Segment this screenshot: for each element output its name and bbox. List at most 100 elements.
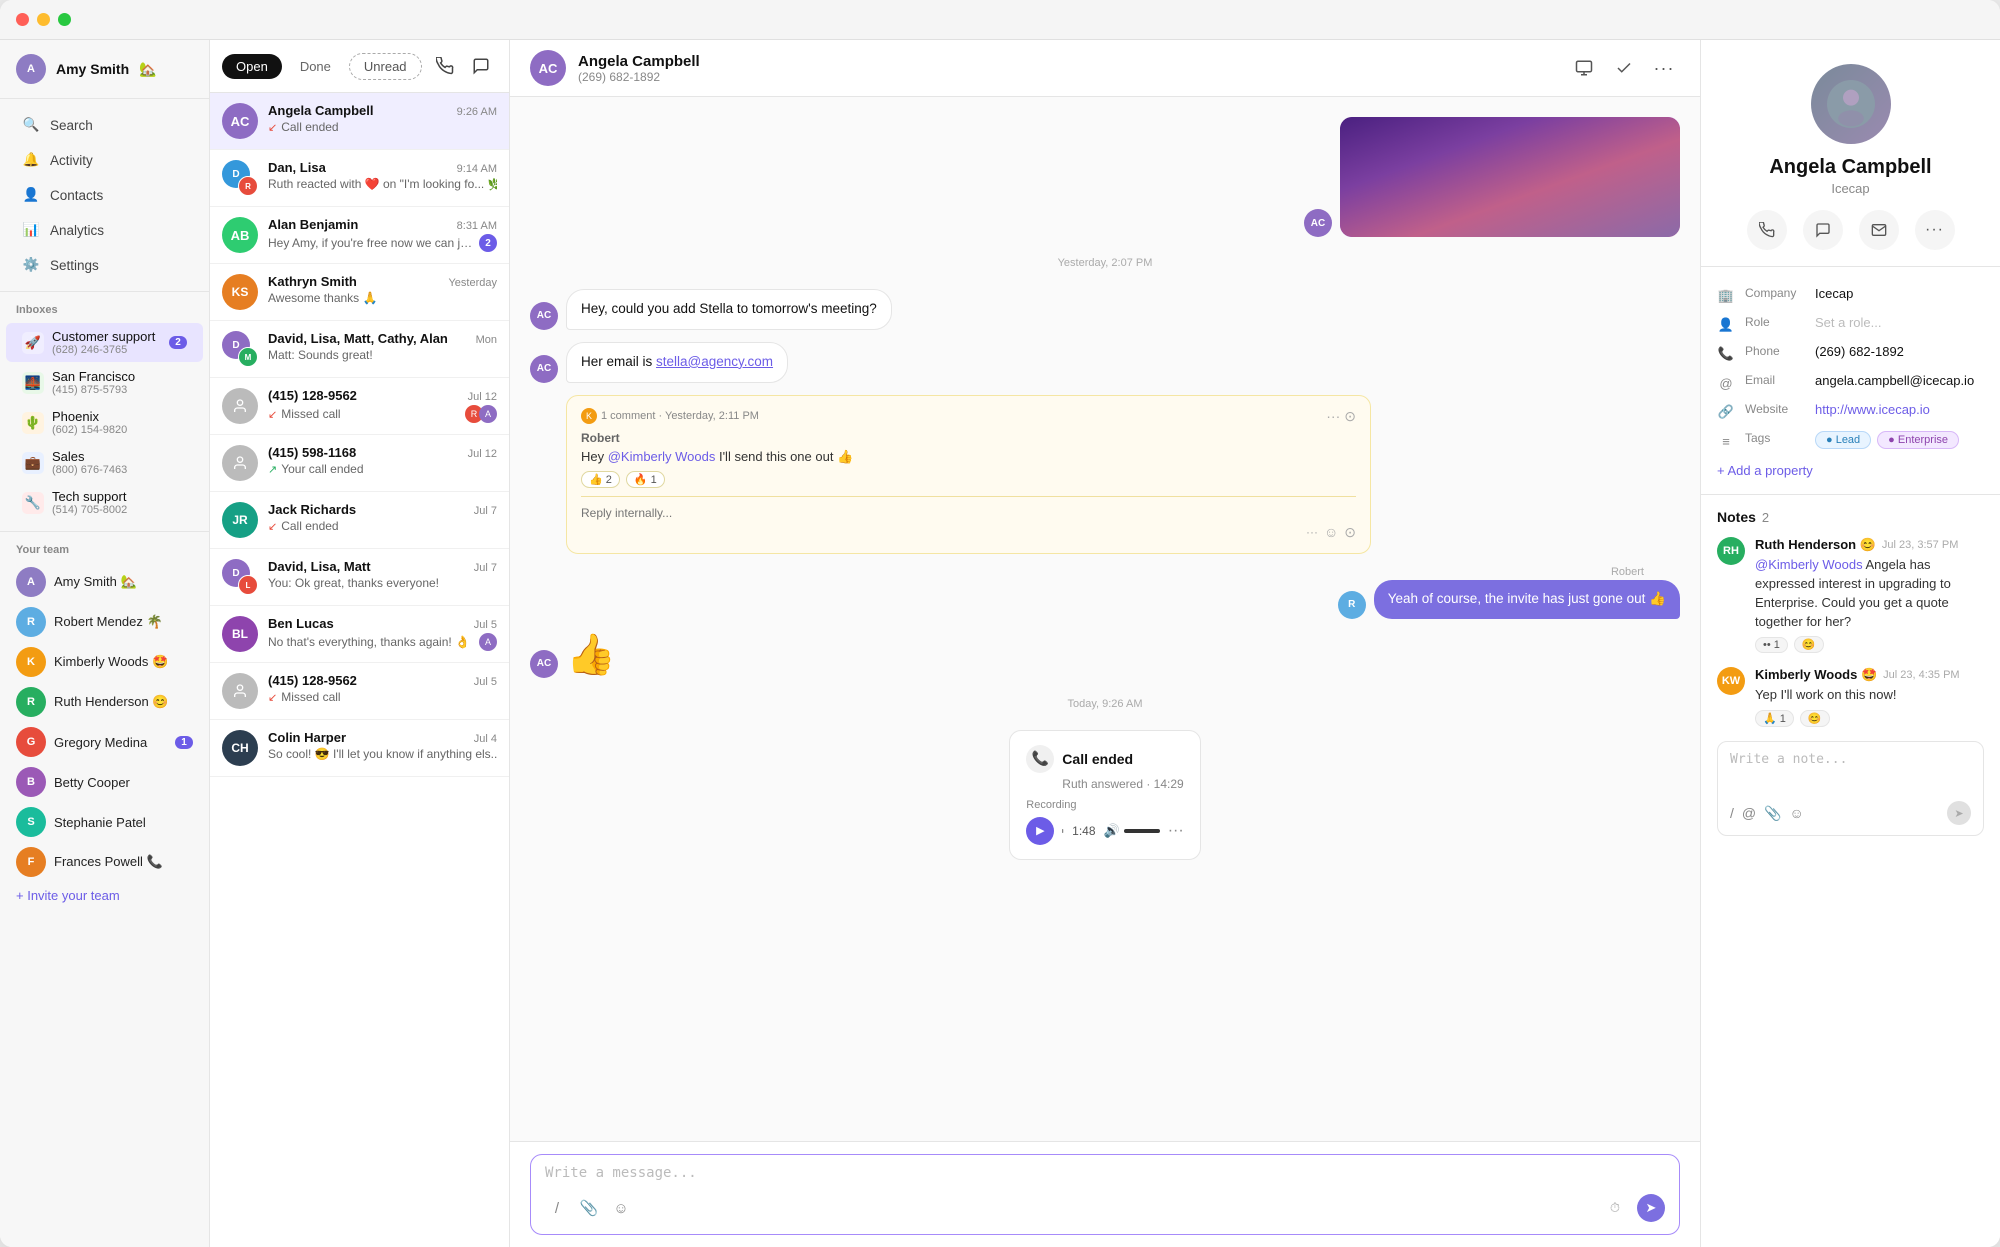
team-member-robert[interactable]: R Robert Mendez 🌴 xyxy=(0,602,209,642)
internal-text: Hey @Kimberly Woods I'll send this one o… xyxy=(581,449,1356,465)
reply-emoji-icon[interactable]: ☺ xyxy=(1324,524,1338,540)
team-section: Your team A Amy Smith 🏡 R Robert Mendez … xyxy=(0,532,209,1247)
reaction-smile-kimberly[interactable]: 😊 xyxy=(1800,710,1830,727)
chat-input-actions: / 📎 ☺ ⏱ ➤ xyxy=(545,1192,1665,1224)
emoji-picker-icon[interactable]: ☺ xyxy=(609,1196,633,1220)
volume-track[interactable] xyxy=(1124,829,1160,833)
note-at-icon[interactable]: @ xyxy=(1742,805,1756,822)
contact-info: 🏢 Company Icecap 👤 Role Set a role... 📞 … xyxy=(1701,267,2000,495)
nav-analytics[interactable]: 📊 Analytics xyxy=(6,213,203,247)
nav-contacts[interactable]: 👤 Contacts xyxy=(6,178,203,212)
inbox-tech-support[interactable]: 🔧 Tech support (514) 705-8002 xyxy=(6,483,203,522)
tab-open[interactable]: Open xyxy=(222,54,282,79)
reaction-thumbsup[interactable]: 👍 2 xyxy=(581,471,620,488)
conv-name-415-128: (415) 128-9562 xyxy=(268,388,357,403)
info-value-role[interactable]: Set a role... xyxy=(1815,315,1984,330)
call-sub: Ruth answered · 14:29 xyxy=(1062,777,1183,791)
audio-more-icon[interactable]: ··· xyxy=(1168,822,1184,840)
resolve-btn[interactable] xyxy=(1608,52,1640,84)
send-button[interactable]: ➤ xyxy=(1637,1194,1665,1222)
attachment-icon[interactable]: 📎 xyxy=(577,1196,601,1220)
note-input[interactable] xyxy=(1730,752,1971,792)
msg-avatar-ac-3: AC xyxy=(530,355,558,383)
tag-lead[interactable]: ● Lead xyxy=(1815,431,1871,449)
team-badge-gregory: 1 xyxy=(175,736,193,749)
invite-team-link[interactable]: + Invite your team xyxy=(0,882,209,909)
conv-preview-415-128: ↙ Missed call R A xyxy=(268,405,497,423)
nav-activity[interactable]: 🔔 Activity xyxy=(6,143,203,177)
inbox-customer-support[interactable]: 🚀 Customer support (628) 246-3765 2 xyxy=(6,323,203,362)
nav-settings[interactable]: ⚙️ Settings xyxy=(6,248,203,282)
team-member-ruth[interactable]: R Ruth Henderson 😊 xyxy=(0,682,209,722)
compose-icon-btn[interactable] xyxy=(465,50,497,82)
conversation-items: AC Angela Campbell 9:26 AM ↙ Call ended xyxy=(210,93,509,1247)
user-profile[interactable]: A Amy Smith 🏡 xyxy=(0,40,209,99)
inbox-san-francisco[interactable]: 🌉 San Francisco (415) 875-5793 xyxy=(6,363,203,402)
inbox-sales[interactable]: 💼 Sales (800) 676-7463 xyxy=(6,443,203,482)
progress-bar[interactable] xyxy=(1062,829,1064,833)
reaction-pray-kimberly[interactable]: 🙏 1 xyxy=(1755,710,1794,727)
slash-command-icon[interactable]: / xyxy=(545,1196,569,1220)
conv-preview-alan: Hey Amy, if you're free now we can ju...… xyxy=(268,234,497,252)
note-attachment-icon[interactable]: 📎 xyxy=(1764,805,1781,822)
internal-reply-input[interactable] xyxy=(581,506,1356,520)
reply-at-icon[interactable]: ⊙ xyxy=(1344,524,1356,541)
close-button[interactable] xyxy=(16,13,29,26)
conv-item-david-group[interactable]: D M David, Lisa, Matt, Cathy, Alan Mon M… xyxy=(210,321,509,378)
conv-item-jack[interactable]: JR Jack Richards Jul 7 ↙ Call ended xyxy=(210,492,509,549)
play-button[interactable]: ▶ xyxy=(1026,817,1054,845)
reaction-fire[interactable]: 🔥 1 xyxy=(626,471,665,488)
conv-item-415-128[interactable]: (415) 128-9562 Jul 12 ↙ Missed call R A xyxy=(210,378,509,435)
note-emoji-icon[interactable]: ☺ xyxy=(1790,805,1804,822)
conv-item-ben[interactable]: BL Ben Lucas Jul 5 No that's everything,… xyxy=(210,606,509,663)
send-option-btn[interactable]: ⏱ xyxy=(1599,1192,1631,1224)
maximize-button[interactable] xyxy=(58,13,71,26)
conv-time-dan-lisa: 9:14 AM xyxy=(457,163,497,175)
search-icon: 🔍 xyxy=(22,116,40,134)
contact-message-btn[interactable] xyxy=(1803,210,1843,250)
call-icon-btn[interactable] xyxy=(430,50,462,82)
conv-item-alan[interactable]: AB Alan Benjamin 8:31 AM Hey Amy, if you… xyxy=(210,207,509,264)
comment-close-icon[interactable]: ⊙ xyxy=(1344,408,1356,425)
contact-call-btn[interactable] xyxy=(1747,210,1787,250)
minimize-button[interactable] xyxy=(37,13,50,26)
note-send-button[interactable]: ➤ xyxy=(1947,801,1971,825)
conv-item-angela[interactable]: AC Angela Campbell 9:26 AM ↙ Call ended xyxy=(210,93,509,150)
inbox-phoenix[interactable]: 🌵 Phoenix (602) 154-9820 xyxy=(6,403,203,442)
reply-more-icon[interactable]: ··· xyxy=(1306,525,1318,539)
reaction-dots-ruth[interactable]: •• 1 xyxy=(1755,637,1788,653)
info-value-website[interactable]: http://www.icecap.io xyxy=(1815,402,1984,417)
conv-item-david-lisa-matt[interactable]: D L David, Lisa, Matt Jul 7 You: Ok grea… xyxy=(210,549,509,606)
comment-more-icon[interactable]: ··· xyxy=(1326,408,1340,425)
conv-item-415-128-jul5[interactable]: (415) 128-9562 Jul 5 ↙ Missed call xyxy=(210,663,509,720)
message-input[interactable] xyxy=(545,1165,1665,1181)
tag-enterprise[interactable]: ● Enterprise xyxy=(1877,431,1959,449)
screenshare-btn[interactable] xyxy=(1568,52,1600,84)
team-member-frances[interactable]: F Frances Powell 📞 xyxy=(0,842,209,882)
tab-unread[interactable]: Unread xyxy=(349,53,422,80)
email-link[interactable]: stella@agency.com xyxy=(656,354,773,369)
team-member-amy[interactable]: A Amy Smith 🏡 xyxy=(0,562,209,602)
note-slash-icon[interactable]: / xyxy=(1730,805,1734,822)
contact-email-btn[interactable] xyxy=(1859,210,1899,250)
contact-more-btn[interactable]: ··· xyxy=(1915,210,1955,250)
add-property-btn[interactable]: + Add a property xyxy=(1717,455,1984,480)
conv-item-dan-lisa[interactable]: D R Dan, Lisa 9:14 AM Ruth reacted with … xyxy=(210,150,509,207)
tab-done[interactable]: Done xyxy=(286,54,345,79)
conv-item-kathryn[interactable]: KS Kathryn Smith Yesterday Awesome thank… xyxy=(210,264,509,321)
internal-author: Robert xyxy=(581,431,1356,445)
team-member-kimberly[interactable]: K Kimberly Woods 🤩 xyxy=(0,642,209,682)
reaction-smile-ruth[interactable]: 😊 xyxy=(1794,636,1824,653)
conv-tabs: Open Done Unread xyxy=(210,40,509,93)
conv-item-colin[interactable]: CH Colin Harper Jul 4 So cool! 😎 I'll le… xyxy=(210,720,509,777)
team-member-betty[interactable]: B Betty Cooper xyxy=(0,762,209,802)
internal-comment: K 1 comment · Yesterday, 2:11 PM ··· ⊙ R… xyxy=(566,395,1371,554)
more-btn[interactable]: ··· xyxy=(1648,52,1680,84)
conv-item-415-598[interactable]: (415) 598-1168 Jul 12 ↗ Your call ended xyxy=(210,435,509,492)
nav-search[interactable]: 🔍 Search xyxy=(6,108,203,142)
team-avatar-stephanie: S xyxy=(16,807,46,837)
volume-icon[interactable]: 🔊 xyxy=(1104,823,1120,839)
team-member-stephanie[interactable]: S Stephanie Patel xyxy=(0,802,209,842)
missed-jul5-icon: ↙ xyxy=(268,691,277,704)
team-member-gregory[interactable]: G Gregory Medina 1 xyxy=(0,722,209,762)
